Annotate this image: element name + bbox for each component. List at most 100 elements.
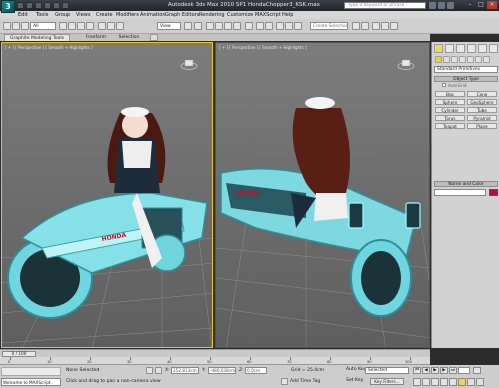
angle-snap-icon[interactable] bbox=[215, 22, 223, 30]
x-coordinate-field[interactable]: 252.813cm bbox=[171, 367, 199, 374]
snap-toggle-icon[interactable] bbox=[206, 22, 214, 30]
pivot-center-icon[interactable] bbox=[184, 22, 192, 30]
systems-icon[interactable] bbox=[483, 56, 490, 63]
close-button[interactable]: × bbox=[487, 1, 497, 9]
key-filters-button[interactable]: Key Filters... bbox=[370, 378, 404, 385]
shapes-icon[interactable] bbox=[443, 56, 450, 63]
zoom-icon[interactable] bbox=[413, 378, 421, 386]
modify-tab-icon[interactable] bbox=[445, 44, 454, 53]
edit-named-selection-icon[interactable] bbox=[245, 22, 253, 30]
z-coordinate-field[interactable]: 0.0cm bbox=[245, 367, 267, 374]
torus-button[interactable]: Torus bbox=[435, 115, 465, 121]
time-slider[interactable]: 0 / 100 bbox=[0, 349, 430, 357]
play-icon[interactable]: ▶ bbox=[431, 367, 439, 374]
box-button[interactable]: Box bbox=[435, 91, 465, 97]
key-mode-toggle-icon[interactable] bbox=[473, 367, 481, 374]
time-tag-icon[interactable] bbox=[281, 378, 288, 385]
rendered-frame-window-icon[interactable] bbox=[381, 22, 389, 30]
menu-help[interactable]: Help bbox=[282, 12, 293, 18]
menu-customize[interactable]: Customize bbox=[227, 12, 253, 18]
geosphere-button[interactable]: GeoSphere bbox=[467, 99, 497, 105]
cone-button[interactable]: Cone bbox=[467, 91, 497, 97]
search-icon[interactable] bbox=[429, 2, 436, 9]
menu-maxscript[interactable]: MAXScript bbox=[255, 12, 281, 18]
rect-selection-icon[interactable] bbox=[77, 22, 85, 30]
move-icon[interactable] bbox=[98, 22, 106, 30]
object-color-swatch[interactable] bbox=[489, 189, 498, 196]
cylinder-button[interactable]: Cylinder bbox=[435, 107, 465, 113]
spinner-snap-icon[interactable] bbox=[233, 22, 241, 30]
material-editor-icon[interactable] bbox=[361, 22, 369, 30]
reference-coordinate-dropdown[interactable]: View bbox=[157, 22, 181, 30]
tab-freeform[interactable]: Freeform bbox=[76, 34, 116, 41]
previous-frame-icon[interactable]: ◀ bbox=[422, 367, 430, 374]
sphere-button[interactable]: Sphere bbox=[435, 99, 465, 105]
orbit-icon[interactable] bbox=[467, 378, 475, 386]
render-setup-icon[interactable] bbox=[372, 22, 380, 30]
mirror-icon[interactable] bbox=[256, 22, 264, 30]
new-file-icon[interactable] bbox=[17, 2, 24, 9]
track-bar[interactable]: 0 10 20 30 40 50 60 70 80 90 100 bbox=[0, 357, 430, 365]
object-name-field[interactable] bbox=[434, 189, 486, 196]
search-input[interactable]: Type a keyword or phrase bbox=[344, 2, 426, 9]
create-tab-icon[interactable] bbox=[434, 44, 443, 53]
lights-icon[interactable] bbox=[451, 56, 458, 63]
unlink-icon[interactable] bbox=[21, 22, 29, 30]
add-time-tag-button[interactable]: Add Time Tag bbox=[290, 379, 320, 384]
graphite-toggle-icon[interactable] bbox=[285, 22, 293, 30]
zoom-extents-all-icon[interactable] bbox=[440, 378, 448, 386]
save-file-icon[interactable] bbox=[35, 2, 42, 9]
viewcube-icon[interactable] bbox=[397, 58, 415, 70]
teapot-button[interactable]: Teapot bbox=[435, 123, 465, 129]
auto-key-button[interactable]: Auto Key bbox=[346, 367, 366, 372]
rotate-icon[interactable] bbox=[107, 22, 115, 30]
tab-graphite-modeling-tools[interactable]: Graphite Modeling Tools bbox=[4, 34, 70, 41]
align-icon[interactable] bbox=[265, 22, 273, 30]
menu-group[interactable]: Group bbox=[55, 12, 70, 18]
window-crossing-icon[interactable] bbox=[86, 22, 94, 30]
pyramid-button[interactable]: Pyramid bbox=[467, 115, 497, 121]
tab-selection[interactable]: Selection bbox=[112, 34, 146, 41]
maximize-viewport-icon[interactable] bbox=[476, 378, 484, 386]
menu-tools[interactable]: Tools bbox=[36, 12, 48, 18]
key-mode-dropdown[interactable]: Selected bbox=[365, 367, 409, 374]
hierarchy-tab-icon[interactable] bbox=[456, 44, 465, 53]
maxscript-mini-listener[interactable]: Welcome to MAXScript. bbox=[1, 378, 61, 386]
helpers-icon[interactable] bbox=[467, 56, 474, 63]
go-to-end-icon[interactable]: ⏭ bbox=[449, 367, 457, 374]
menu-modifiers[interactable]: Modifiers bbox=[116, 12, 139, 18]
next-frame-icon[interactable]: ▶ bbox=[440, 367, 448, 374]
menu-edit[interactable]: Edit bbox=[18, 12, 28, 18]
y-coordinate-field[interactable]: -480.638cm bbox=[208, 367, 236, 374]
perspective-viewport-left[interactable]: HONDA [ + ] [ Perspective ] [ Smooth + H… bbox=[1, 42, 213, 348]
undo-icon[interactable] bbox=[3, 22, 11, 30]
pan-view-icon[interactable] bbox=[458, 378, 466, 386]
viewport-label[interactable]: [ + ] [ Perspective ] [ Smooth + Highlig… bbox=[219, 45, 307, 50]
select-object-icon[interactable] bbox=[59, 22, 67, 30]
help-icon[interactable] bbox=[447, 2, 454, 9]
maxscript-mini-listener-top[interactable] bbox=[1, 367, 61, 376]
perspective-viewport-right[interactable]: HONDA [ + ] [ Perspective ] [ Smooth + H… bbox=[215, 42, 430, 348]
manipulate-icon[interactable] bbox=[194, 22, 202, 30]
link-icon[interactable] bbox=[12, 22, 20, 30]
space-warps-icon[interactable] bbox=[475, 56, 482, 63]
object-type-rollout[interactable]: Object Type bbox=[434, 76, 498, 82]
plane-button[interactable]: Plane bbox=[467, 123, 497, 129]
percent-snap-icon[interactable] bbox=[224, 22, 232, 30]
curve-editor-icon[interactable] bbox=[294, 22, 302, 30]
absolute-mode-icon[interactable] bbox=[155, 367, 162, 374]
field-of-view-icon[interactable] bbox=[449, 378, 457, 386]
current-frame-field[interactable] bbox=[458, 367, 470, 374]
scale-icon[interactable] bbox=[116, 22, 124, 30]
selection-filter-dropdown[interactable]: All bbox=[30, 22, 56, 30]
motion-tab-icon[interactable] bbox=[467, 44, 476, 53]
menu-animation[interactable]: Animation bbox=[140, 12, 166, 18]
ribbon-minimize-icon[interactable] bbox=[150, 34, 158, 41]
layer-manager-icon[interactable] bbox=[276, 22, 284, 30]
set-key-button[interactable]: Set Key bbox=[346, 378, 363, 383]
minimize-button[interactable]: – bbox=[465, 1, 475, 9]
zoom-extents-icon[interactable] bbox=[431, 378, 439, 386]
subscription-icon[interactable] bbox=[438, 2, 445, 9]
zoom-all-icon[interactable] bbox=[422, 378, 430, 386]
schematic-view-icon[interactable] bbox=[352, 22, 360, 30]
